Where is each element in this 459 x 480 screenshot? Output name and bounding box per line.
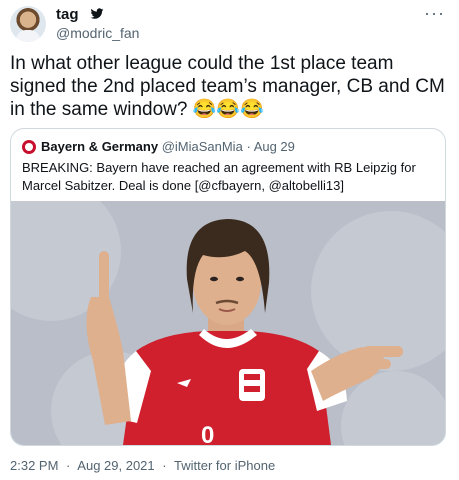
author-avatar[interactable] xyxy=(10,6,46,42)
quoted-media[interactable]: 0 xyxy=(11,201,445,445)
meta-dot: · xyxy=(66,458,71,473)
quoted-separator: · xyxy=(246,139,251,154)
player-photo: 0 xyxy=(86,219,403,445)
meta-dot: · xyxy=(162,458,167,473)
more-icon[interactable]: ··· xyxy=(424,4,445,22)
quoted-avatar[interactable] xyxy=(22,140,36,154)
tweet-time[interactable]: 2:32 PM xyxy=(10,458,58,473)
quoted-date[interactable]: Aug 29 xyxy=(254,139,295,154)
author-handle[interactable]: @modric_fan xyxy=(56,25,139,41)
author-name[interactable]: tag xyxy=(56,6,79,23)
tweet-date[interactable]: Aug 29, 2021 xyxy=(77,458,154,473)
tweet-source[interactable]: Twitter for iPhone xyxy=(174,458,275,473)
quoted-tweet[interactable]: Bayern & Germany @iMiaSanMia · Aug 29 BR… xyxy=(10,128,446,446)
timestamp-line: 2:32 PM · Aug 29, 2021 · Twitter for iPh… xyxy=(10,458,279,473)
quoted-text: BREAKING: Bayern have reached an agreeme… xyxy=(22,160,416,193)
bird-icon xyxy=(90,8,104,19)
tweet-text: In what other league could the 1st place… xyxy=(10,53,445,120)
quoted-name[interactable]: Bayern & Germany xyxy=(41,139,158,154)
svg-text:0: 0 xyxy=(201,422,214,445)
quoted-handle[interactable]: @iMiaSanMia xyxy=(162,139,243,154)
quoted-header: Bayern & Germany @iMiaSanMia · Aug 29 xyxy=(41,139,295,154)
